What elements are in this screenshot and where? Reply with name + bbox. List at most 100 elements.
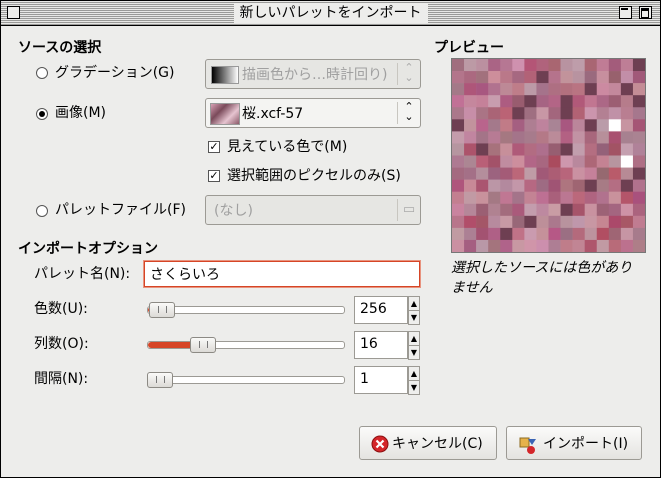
spin-down-icon[interactable]: ▼ [408,310,420,325]
preview-swatch [500,83,513,96]
spin-up-icon[interactable]: ▲ [408,366,420,381]
spin-up-icon[interactable]: ▲ [408,331,420,346]
preview-swatch [608,203,622,217]
preview-swatch [560,107,573,120]
preview-swatch [464,119,477,132]
visible-colors-checkbox[interactable]: ✓ [208,141,220,153]
slider-handle[interactable] [147,372,173,388]
interval-spin-value[interactable]: 1 [354,366,408,394]
preview-swatch [608,131,622,144]
preview-swatch [500,179,513,192]
preview-swatch [452,71,465,84]
minimize-icon[interactable] [619,6,632,19]
preview-swatch [476,167,489,180]
preview-swatch [548,119,561,132]
preview-swatch [560,59,573,72]
preview-swatch [524,239,537,252]
preview-swatch [572,179,585,192]
preview-swatch [632,107,645,120]
image-label[interactable]: 画像(M) [55,103,106,123]
preview-swatch [476,107,489,120]
preview-swatch [464,143,477,156]
visible-colors-label[interactable]: 見えている色で(M) [227,137,347,157]
preview-swatch [464,179,477,192]
preview-swatch [632,71,645,84]
gradient-select[interactable]: 描画色から…時計回り) ⌃ ⌄ [205,59,421,89]
preview-swatch [476,155,489,168]
columns-spin-value[interactable]: 16 [354,331,408,359]
preview-swatch [512,83,525,96]
maximize-icon[interactable] [639,6,652,19]
preview-swatch [560,191,573,205]
preview-swatch [476,119,489,132]
spin-down-icon[interactable]: ▼ [408,345,420,360]
preview-swatch [488,71,501,84]
preview-swatch [512,239,525,252]
preview-swatch [620,143,634,156]
preview-swatch [572,119,585,132]
preview-swatch [488,83,501,96]
preview-swatch [512,131,525,144]
preview-swatch [500,215,513,229]
palette-file-label[interactable]: パレットファイル(F) [55,200,186,220]
preview-swatch [452,131,465,144]
preview-swatch [464,227,477,241]
image-radio[interactable] [36,108,48,120]
preview-swatch [452,203,465,217]
preview-swatch [524,203,537,217]
preview-swatch [512,227,525,241]
image-select[interactable]: 桜.xcf-57 ⌃ ⌄ [205,98,421,128]
preview-swatch [512,143,525,156]
preview-swatch [488,227,501,241]
preview-swatch [620,227,634,241]
preview-swatch [500,167,513,180]
preview-swatch [452,191,465,205]
palette-file-select[interactable]: (なし) ▭ [205,195,421,225]
colors-slider[interactable] [147,302,345,318]
colors-spin-value[interactable]: 256 [354,296,408,324]
preview-swatch [620,59,634,72]
interval-slider[interactable] [147,372,345,388]
preview-swatch [584,71,598,84]
selection-only-label[interactable]: 選択範囲のピクセルのみ(S) [227,166,401,186]
preview-swatch [536,71,549,84]
preview-swatch [548,179,561,192]
preview-swatch [548,203,561,217]
selection-only-checkbox[interactable]: ✓ [208,170,220,182]
slider-handle[interactable] [149,302,175,318]
window-menu-icon[interactable] [7,6,20,19]
preview-swatch [584,227,598,241]
palette-name-input[interactable] [144,261,420,287]
preview-swatch [476,203,489,217]
preview-swatch [572,143,585,156]
preview-swatch [584,203,598,217]
palette-file-radio[interactable] [36,205,48,217]
preview-swatch [476,191,489,205]
preview-swatch [464,71,477,84]
preview-swatch [560,239,573,252]
spin-up-icon[interactable]: ▲ [408,296,420,311]
preview-swatch [512,155,525,168]
preview-swatch [452,95,465,108]
preview-swatch [560,83,573,96]
dialog-window: 新しいパレットをインポート ソースの選択 グラデーション(G) 描画色から…時計… [0,0,661,478]
slider-handle[interactable] [190,337,216,353]
preview-swatch [524,59,537,72]
preview-swatch [512,59,525,72]
preview-swatch [536,191,549,205]
title-bar[interactable]: 新しいパレットをインポート [1,1,660,26]
preview-swatch [524,227,537,241]
preview-swatch [632,83,645,96]
gradient-label[interactable]: グラデーション(G) [55,63,175,83]
preview-swatch [632,239,645,252]
preview-swatch [536,203,549,217]
preview-swatch [572,191,585,205]
preview-swatch [464,215,477,229]
spin-down-icon[interactable]: ▼ [408,380,420,395]
preview-swatch [548,95,561,108]
gradient-radio[interactable] [36,67,48,79]
preview-swatch [536,119,549,132]
import-button[interactable]: インポート(I) [506,426,642,460]
columns-slider[interactable] [147,337,345,353]
cancel-button[interactable]: キャンセル(C) [359,426,497,460]
